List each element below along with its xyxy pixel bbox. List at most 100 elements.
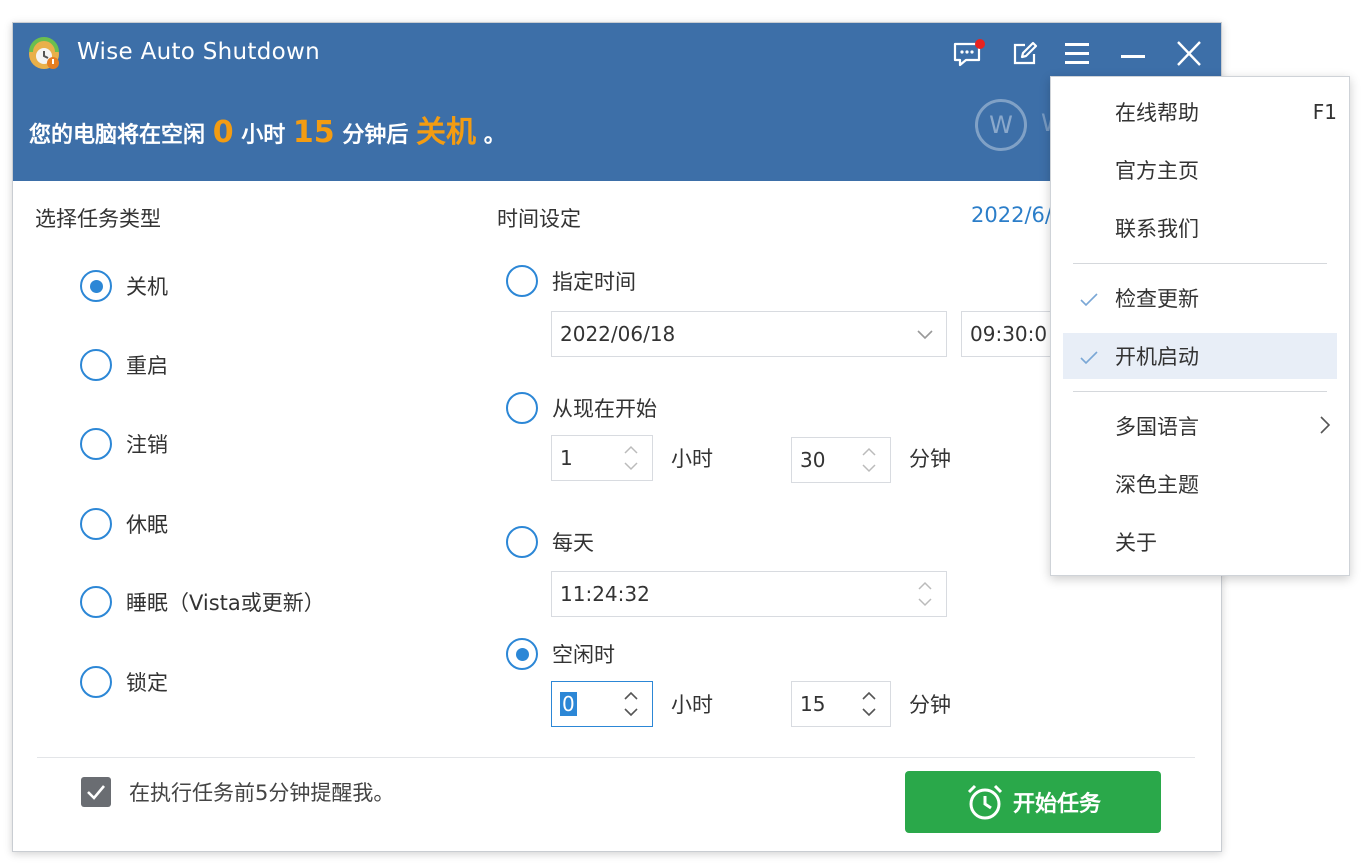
- status-prefix: 您的电脑将在空闲: [29, 123, 206, 148]
- checkbox-checked-icon[interactable]: [81, 777, 111, 807]
- time-option-label: 指定时间: [552, 270, 636, 294]
- app-window: Wise Auto Shutdown 您的电脑将在空闲 0 小时 15 分钟后 …: [12, 22, 1222, 852]
- main-menu-dropdown: 在线帮助 F1 官方主页 联系我们 检查更新 开机启动 多国语言 深色主题 关于: [1050, 76, 1350, 576]
- spin-arrows-icon: [918, 581, 932, 607]
- edit-button[interactable]: [1005, 35, 1045, 73]
- menu-item-dark-theme[interactable]: 深色主题: [1063, 461, 1337, 507]
- task-type-title: 选择任务类型: [35, 207, 161, 231]
- header: Wise Auto Shutdown 您的电脑将在空闲 0 小时 15 分钟后 …: [13, 23, 1221, 181]
- menu-item-label: 关于: [1115, 531, 1157, 555]
- spin-buttons[interactable]: [616, 682, 646, 726]
- time-option-label: 空闲时: [552, 643, 615, 667]
- close-icon: [1177, 41, 1201, 66]
- idle-hours-stepper[interactable]: 0: [551, 681, 653, 727]
- daily-time-stepper[interactable]: 11:24:32: [551, 571, 947, 617]
- task-option-lock[interactable]: 锁定: [80, 666, 168, 698]
- from-now-hours-stepper[interactable]: 1: [551, 435, 653, 481]
- menu-item-online-help[interactable]: 在线帮助 F1: [1063, 89, 1337, 135]
- time-option-idle[interactable]: 空闲时: [506, 638, 615, 670]
- specified-time-value: 09:30:0: [970, 322, 1048, 346]
- hours-unit-label: 小时: [671, 447, 713, 471]
- alarm-clock-icon: [967, 784, 1003, 820]
- task-option-hibernate[interactable]: 休眠: [80, 508, 168, 540]
- spin-buttons[interactable]: [616, 436, 646, 480]
- task-option-label: 关机: [126, 275, 168, 299]
- task-option-shutdown[interactable]: 关机: [80, 270, 168, 302]
- spin-arrows-icon: [624, 691, 638, 717]
- minutes-unit-label: 分钟: [909, 693, 951, 717]
- radio-button[interactable]: [506, 638, 538, 670]
- menu-item-homepage[interactable]: 官方主页: [1063, 147, 1337, 193]
- footer-divider: [37, 757, 1195, 758]
- chat-icon: [953, 39, 985, 67]
- radio-button[interactable]: [80, 586, 112, 618]
- radio-button[interactable]: [506, 392, 538, 424]
- from-now-minutes-stepper[interactable]: 30: [791, 437, 891, 483]
- spin-buttons[interactable]: [854, 438, 884, 482]
- menu-item-label: 官方主页: [1115, 159, 1199, 183]
- radio-button[interactable]: [80, 666, 112, 698]
- time-option-daily[interactable]: 每天: [506, 526, 594, 558]
- status-minutes-unit: 分钟后: [342, 123, 409, 148]
- menu-separator: [1073, 263, 1327, 264]
- remind-label: 在执行任务前5分钟提醒我。: [129, 781, 395, 805]
- menu-item-contact[interactable]: 联系我们: [1063, 205, 1337, 251]
- chevron-right-icon: [1319, 415, 1331, 440]
- spin-buttons[interactable]: [854, 682, 884, 726]
- menu-item-label: 联系我们: [1115, 217, 1199, 241]
- task-option-label: 锁定: [126, 671, 168, 695]
- menu-item-language[interactable]: 多国语言: [1063, 403, 1337, 449]
- minimize-button[interactable]: [1113, 35, 1153, 73]
- menu-item-check-updates[interactable]: 检查更新: [1063, 275, 1337, 321]
- app-title: Wise Auto Shutdown: [77, 39, 321, 65]
- idle-minutes-stepper[interactable]: 15: [791, 681, 891, 727]
- radio-button[interactable]: [80, 349, 112, 381]
- chevron-down-icon[interactable]: [910, 312, 940, 356]
- time-option-from-now[interactable]: 从现在开始: [506, 392, 657, 424]
- specified-date-picker[interactable]: 2022/06/18: [551, 311, 947, 357]
- spin-arrows-icon: [624, 445, 638, 471]
- status-suffix: 。: [483, 123, 506, 148]
- menu-button[interactable]: [1057, 35, 1097, 73]
- time-settings-title: 时间设定: [497, 207, 581, 231]
- task-option-label: 注销: [126, 433, 168, 457]
- menu-item-label: 多国语言: [1115, 415, 1199, 439]
- checkmark-icon: [1079, 289, 1099, 313]
- remind-checkbox[interactable]: 在执行任务前5分钟提醒我。: [81, 777, 394, 807]
- time-option-label: 每天: [552, 531, 594, 555]
- spin-buttons[interactable]: [910, 572, 940, 616]
- status-hours: 0: [212, 115, 234, 150]
- app-logo-icon: [27, 37, 61, 71]
- start-task-button[interactable]: 开始任务: [905, 771, 1161, 833]
- radio-button[interactable]: [80, 428, 112, 460]
- radio-button[interactable]: [506, 526, 538, 558]
- task-option-sleep[interactable]: 睡眠（Vista或更新）: [80, 586, 325, 618]
- task-option-label: 休眠: [126, 513, 168, 537]
- time-option-label: 从现在开始: [552, 397, 657, 421]
- menu-item-auto-start[interactable]: 开机启动: [1063, 333, 1337, 379]
- close-button[interactable]: [1169, 35, 1209, 73]
- status-message: 您的电脑将在空闲 0 小时 15 分钟后 关机 。: [29, 107, 506, 151]
- time-option-specified[interactable]: 指定时间: [506, 265, 636, 297]
- radio-button[interactable]: [506, 265, 538, 297]
- menu-item-label: 在线帮助: [1115, 101, 1199, 125]
- radio-button[interactable]: [80, 270, 112, 302]
- checkmark-icon: [1079, 347, 1099, 371]
- minutes-unit-label: 分钟: [909, 447, 951, 471]
- specified-time-input[interactable]: 09:30:0: [961, 311, 1061, 357]
- task-option-restart[interactable]: 重启: [80, 349, 168, 381]
- status-action: 关机: [416, 115, 477, 150]
- spin-arrows-icon: [862, 691, 876, 717]
- watermark-logo-icon: W: [975, 99, 1027, 151]
- feedback-button[interactable]: [949, 35, 989, 73]
- status-hours-unit: 小时: [241, 123, 286, 148]
- task-option-logoff[interactable]: 注销: [80, 428, 168, 460]
- task-option-label: 睡眠（Vista或更新）: [126, 591, 325, 615]
- task-option-label: 重启: [126, 354, 168, 378]
- from-now-minutes-value: 30: [800, 448, 826, 472]
- menu-item-about[interactable]: 关于: [1063, 519, 1337, 565]
- radio-button[interactable]: [80, 508, 112, 540]
- hours-unit-label: 小时: [671, 693, 713, 717]
- menu-item-label: 检查更新: [1115, 287, 1199, 311]
- menu-separator: [1073, 391, 1327, 392]
